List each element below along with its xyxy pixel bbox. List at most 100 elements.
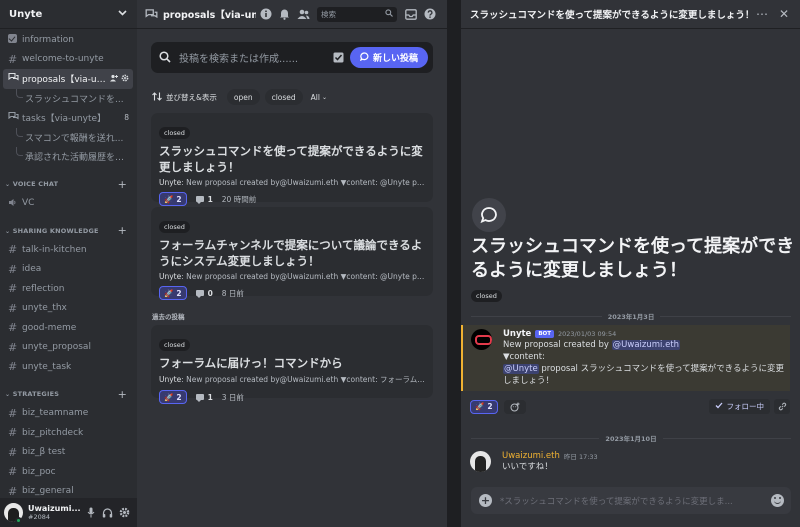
- thread-item[interactable]: スマコンで報酬を送れ...: [3, 127, 133, 148]
- user-tag: #2084: [28, 513, 50, 521]
- channel-strategies-2[interactable]: # biz_β test: [3, 443, 133, 463]
- info-icon[interactable]: [256, 5, 275, 24]
- member-list-icon[interactable]: [294, 5, 313, 24]
- mention[interactable]: @Unyte: [503, 364, 539, 374]
- channel-strategies-4[interactable]: # biz_general: [3, 482, 133, 499]
- hash-icon: #: [8, 484, 18, 498]
- channel-proposals[interactable]: proposals【via-un...: [3, 69, 133, 89]
- channel-knowledge-2[interactable]: # reflection: [3, 279, 133, 299]
- new-post-button[interactable]: 新しい投稿: [350, 47, 428, 68]
- reaction-button[interactable]: 🚀 2: [470, 399, 498, 414]
- post-tag[interactable]: closed: [159, 339, 190, 351]
- forum-icon: [8, 111, 22, 124]
- channel-vc[interactable]: VC: [3, 194, 133, 214]
- close-icon[interactable]: ✕: [776, 7, 792, 21]
- post-card[interactable]: closed フォーラムに届けっ！コマンドから Unyte: New propo…: [151, 325, 433, 404]
- sort-button[interactable]: 並び替え&表示: [166, 92, 217, 103]
- post-search-create-input[interactable]: 投稿を検索または作成...... 新しい投稿: [151, 42, 433, 73]
- add-reaction-icon[interactable]: [503, 399, 526, 414]
- reply-count: 1: [207, 194, 213, 204]
- checkbox-icon[interactable]: [333, 48, 344, 67]
- channel-strategies-1[interactable]: # biz_pitchdeck: [3, 423, 133, 443]
- user-info[interactable]: Uwaizumi... #2084: [28, 504, 82, 521]
- post-title: フォーラムチャンネルで提案について議論できるようにシステム変更しましょう！: [159, 238, 423, 268]
- avatar[interactable]: [471, 329, 492, 350]
- past-posts-label: 過去の投稿: [152, 313, 185, 321]
- reaction-button[interactable]: 🚀 2: [159, 192, 187, 206]
- channel-knowledge-1[interactable]: # idea: [3, 260, 133, 280]
- post-card[interactable]: closed スラッシュコマンドを使って提案ができるように変更しましょう！ Un…: [151, 113, 433, 206]
- post-tag[interactable]: closed: [159, 221, 190, 233]
- add-channel-icon[interactable]: +: [118, 178, 127, 191]
- chat-bubble-icon: [195, 290, 204, 298]
- add-channel-icon[interactable]: +: [118, 388, 127, 401]
- post-meta: 🚀 2 1 3 日前: [159, 390, 425, 404]
- add-member-icon[interactable]: [110, 74, 118, 84]
- thread-item[interactable]: 承認された活動履歴をC...: [3, 147, 133, 167]
- help-icon[interactable]: [420, 5, 439, 24]
- search-input[interactable]: 検索: [317, 6, 397, 22]
- channel-knowledge-3[interactable]: # unyte_thx: [3, 299, 133, 319]
- link-icon[interactable]: [774, 399, 790, 414]
- microphone-icon[interactable]: [82, 507, 99, 518]
- unread-count: 8: [124, 113, 129, 123]
- gear-icon[interactable]: [116, 507, 133, 518]
- channel-strategies-0[interactable]: # biz_teamname: [3, 404, 133, 424]
- forum-icon: [145, 5, 158, 24]
- hash-icon: #: [8, 282, 18, 296]
- sort-icon[interactable]: [152, 91, 162, 103]
- reaction-button[interactable]: 🚀 2: [159, 286, 187, 300]
- channel-knowledge-5[interactable]: # unyte_proposal: [3, 338, 133, 358]
- post-card[interactable]: closed フォーラムチャンネルで提案について議論できるようにシステム変更しま…: [151, 207, 433, 300]
- filter-closed[interactable]: closed: [264, 89, 303, 105]
- attach-plus-icon[interactable]: +: [479, 494, 492, 507]
- more-options-icon[interactable]: ⋯: [754, 7, 770, 21]
- follow-button[interactable]: フォロー中: [708, 399, 770, 414]
- channel-strategies-3[interactable]: # biz_poc: [3, 462, 133, 482]
- bell-icon[interactable]: [275, 5, 294, 24]
- hash-icon: #: [8, 52, 18, 66]
- post-tag[interactable]: closed: [159, 127, 190, 139]
- avatar[interactable]: [470, 451, 491, 472]
- strategies-channel-list: # biz_teamname # biz_pitchdeck # biz_β test # b…: [3, 404, 137, 499]
- hash-icon: #: [8, 243, 18, 257]
- reaction-button[interactable]: 🚀 2: [159, 390, 187, 404]
- filter-all[interactable]: All ⌄: [308, 89, 330, 105]
- add-channel-icon[interactable]: +: [118, 224, 127, 237]
- message[interactable]: Uwaizumi.eth 昨日 17:33 いいですね！: [461, 449, 790, 473]
- channel-knowledge-4[interactable]: # good-meme: [3, 318, 133, 338]
- inbox-icon[interactable]: [401, 5, 420, 24]
- thread-icon: [472, 198, 506, 232]
- server-header[interactable]: Unyte: [0, 0, 137, 29]
- category-sharing-knowledge[interactable]: ⌄ SHARING KNOWLEDGE +: [3, 221, 137, 240]
- chat-bubble-icon: [195, 196, 204, 204]
- channel-knowledge-0[interactable]: # talk-in-kitchen: [3, 240, 133, 260]
- thread-title: スラッシュコマンドを使って提案ができるように変更しましょう！: [471, 236, 795, 281]
- headphones-icon[interactable]: [99, 507, 116, 518]
- message-author[interactable]: Unyte: [503, 329, 531, 339]
- channel-tasks[interactable]: tasks【via-unyte】 8: [3, 108, 133, 128]
- category-strategies[interactable]: ⌄ STRATEGIES +: [3, 385, 137, 404]
- message-content: いいですね！: [502, 462, 553, 472]
- message-composer[interactable]: + *スラッシュコマンドを使って提案ができるように変更しま...: [471, 487, 791, 514]
- filter-open[interactable]: open: [226, 89, 260, 105]
- message-highlighted[interactable]: Unyte BOT 2023/01/03 09:54 New proposal …: [461, 325, 790, 391]
- chevron-down-icon[interactable]: [118, 9, 127, 19]
- channel-welcome-to-unyte[interactable]: # welcome-to-unyte: [3, 50, 133, 70]
- thread-item-slash-command[interactable]: スラッシュコマンドを...: [3, 88, 133, 109]
- channel-knowledge-6[interactable]: # unyte_task: [3, 357, 133, 377]
- emoji-icon[interactable]: [771, 494, 784, 507]
- bot-badge: BOT: [535, 330, 554, 338]
- hash-icon: #: [8, 340, 18, 354]
- gear-icon[interactable]: [121, 74, 129, 84]
- rules-icon: [8, 33, 22, 46]
- panel-divider[interactable]: [447, 0, 461, 527]
- message-author[interactable]: Uwaizumi.eth: [502, 451, 560, 461]
- channel-information[interactable]: information: [3, 30, 133, 50]
- username: Uwaizumi...: [28, 504, 81, 513]
- category-voice-chat[interactable]: ⌄ VOICE CHAT +: [3, 175, 137, 194]
- mention[interactable]: @Uwaizumi.eth: [611, 340, 681, 350]
- hash-icon: #: [8, 465, 18, 479]
- thread-tag[interactable]: closed: [471, 290, 502, 302]
- rocket-icon: 🚀: [164, 288, 174, 298]
